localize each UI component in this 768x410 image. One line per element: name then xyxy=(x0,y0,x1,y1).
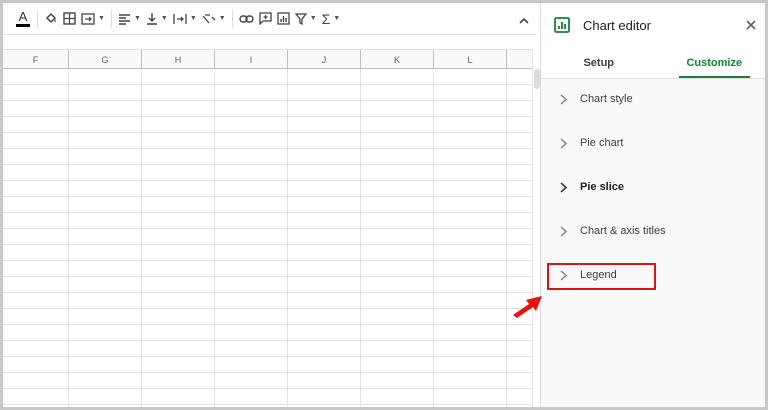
functions-button[interactable]: Σ ▼ xyxy=(322,7,341,31)
section-pie-slice[interactable]: Pie slice xyxy=(541,165,765,209)
app-window: A ▼ ▼ ▼ ▼ ▼ ▼ Σ ▼ F G H I J K L Chart ed… xyxy=(0,0,768,410)
section-label: Pie slice xyxy=(580,181,625,193)
chevron-down-icon: ▼ xyxy=(309,15,317,22)
column-headers: F G H I J K L xyxy=(3,49,532,69)
chevron-down-icon: ▼ xyxy=(160,15,168,22)
link-icon xyxy=(238,14,254,23)
red-arrow-icon xyxy=(513,296,542,318)
text-color-letter: A xyxy=(18,8,28,24)
vertical-scrollbar[interactable] xyxy=(532,49,540,407)
section-chart-style[interactable]: Chart style xyxy=(541,77,765,121)
chevron-right-icon xyxy=(558,137,568,149)
text-rotation-button[interactable]: ▼ xyxy=(202,7,226,31)
tab-customize[interactable]: Customize xyxy=(657,47,766,78)
close-icon xyxy=(746,20,756,30)
borders-icon xyxy=(63,12,76,25)
insert-comment-button[interactable] xyxy=(259,7,272,31)
section-label: Chart style xyxy=(580,93,633,105)
column-header-m[interactable] xyxy=(507,50,532,69)
section-pie-chart[interactable]: Pie chart xyxy=(541,121,765,165)
grid-cells[interactable] xyxy=(3,69,532,407)
filter-icon xyxy=(294,12,307,25)
chevron-up-icon xyxy=(519,17,529,24)
valign-bottom-icon xyxy=(146,13,157,25)
column-header-i[interactable]: I xyxy=(215,50,288,69)
column-header-k[interactable]: K xyxy=(361,50,434,69)
chevron-right-icon xyxy=(558,93,568,105)
chevron-down-icon: ▼ xyxy=(133,15,141,22)
text-color-icon: A xyxy=(15,8,31,27)
chart-icon xyxy=(277,12,290,25)
column-header-f[interactable]: F xyxy=(3,50,69,69)
chevron-down-icon: ▼ xyxy=(98,15,105,22)
sigma-icon: Σ xyxy=(321,10,331,27)
text-color-button[interactable]: A xyxy=(15,7,31,31)
column-header-l[interactable]: L xyxy=(434,50,507,69)
text-rotate-icon xyxy=(202,13,216,23)
merge-cells-button[interactable]: ▼ xyxy=(81,7,105,31)
section-label: Chart & axis titles xyxy=(580,225,666,237)
section-label: Pie chart xyxy=(580,137,624,149)
tab-setup[interactable]: Setup xyxy=(541,47,657,78)
column-header-g[interactable]: G xyxy=(69,50,142,69)
legend-highlight-box xyxy=(547,263,656,290)
text-wrap-icon xyxy=(173,13,187,24)
merge-cells-icon xyxy=(81,12,95,25)
horizontal-align-button[interactable]: ▼ xyxy=(118,7,141,31)
chevron-down-icon: ▼ xyxy=(189,15,197,22)
chart-editor-panel: Chart editor Setup Customize Chart style… xyxy=(540,3,766,407)
column-header-h[interactable]: H xyxy=(142,50,215,69)
filter-button[interactable]: ▼ xyxy=(294,7,317,31)
chevron-down-icon: ▼ xyxy=(333,15,341,22)
chevron-down-icon: ▼ xyxy=(218,15,226,22)
toolbar: A ▼ ▼ ▼ ▼ ▼ ▼ Σ ▼ xyxy=(3,3,537,35)
paint-bucket-icon xyxy=(45,12,57,23)
insert-chart-button[interactable] xyxy=(277,7,290,31)
borders-button[interactable] xyxy=(63,7,76,31)
align-left-icon xyxy=(118,13,130,25)
close-button[interactable] xyxy=(746,17,756,35)
chart-editor-tabs: Setup Customize xyxy=(541,47,766,79)
column-header-j[interactable]: J xyxy=(288,50,361,69)
chevron-right-icon xyxy=(558,181,568,193)
spreadsheet-grid[interactable]: F G H I J K L xyxy=(3,49,532,407)
chevron-right-icon xyxy=(558,225,568,237)
fill-color-button[interactable] xyxy=(44,7,58,31)
comment-icon xyxy=(259,12,272,25)
text-wrapping-button[interactable]: ▼ xyxy=(173,7,197,31)
section-chart-axis-titles[interactable]: Chart & axis titles xyxy=(541,209,765,253)
vertical-align-button[interactable]: ▼ xyxy=(146,7,168,31)
insert-link-button[interactable] xyxy=(238,7,254,31)
chart-editor-header: Chart editor xyxy=(541,3,765,47)
collapse-toolbar-button[interactable] xyxy=(519,11,529,29)
chart-editor-title: Chart editor xyxy=(583,17,651,33)
chart-editor-icon xyxy=(554,17,570,33)
